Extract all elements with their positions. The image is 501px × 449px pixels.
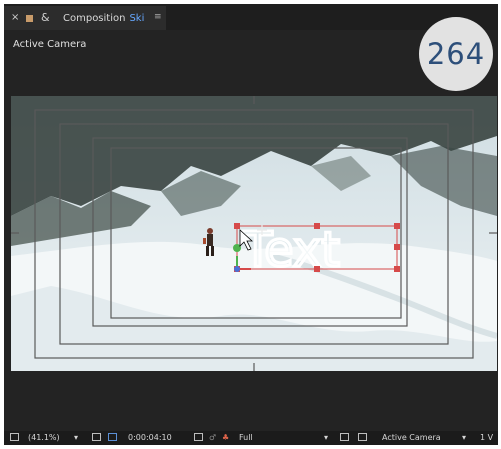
channel-icon[interactable]: ♣	[222, 433, 229, 442]
z-axis-handle[interactable]	[234, 266, 240, 272]
current-time-display[interactable]: 0:00:04:10	[128, 433, 172, 442]
camera-view-dropdown[interactable]: Active Camera	[382, 433, 441, 442]
step-number-badge: 264	[419, 17, 493, 91]
text-layer-content: Text	[242, 222, 340, 278]
region-of-interest-icon[interactable]	[340, 433, 349, 441]
composition-viewport[interactable]: Text	[11, 96, 497, 371]
snapshot-icon[interactable]	[194, 433, 203, 441]
resolution-arrow-icon[interactable]: ▾	[324, 433, 328, 442]
magnification-dropdown[interactable]: (41.1%)	[28, 433, 60, 442]
tab-title: Composition Ski	[63, 13, 144, 24]
close-tab-icon[interactable]: ×	[11, 12, 19, 23]
transparency-grid-icon[interactable]	[358, 433, 367, 441]
camera-view-arrow-icon[interactable]: ▾	[462, 433, 466, 442]
resolution-dropdown[interactable]: Full	[239, 433, 253, 442]
view-layout-dropdown[interactable]: 1 V	[480, 433, 493, 442]
composition-panel: × & Composition Ski ≡ Active Camera Text…	[4, 4, 498, 445]
mask-visibility-icon[interactable]	[108, 433, 117, 441]
dropdown-arrow-icon[interactable]: ▾	[74, 433, 78, 442]
tab-comp-name: Ski	[129, 13, 145, 24]
grid-icon[interactable]	[92, 433, 101, 441]
active-camera-label: Active Camera	[13, 39, 87, 50]
composition-color-icon	[26, 15, 33, 22]
lock-icon[interactable]: &	[41, 11, 50, 24]
viewer-bottom-toolbar: (41.1%) ▾ 0:00:04:10 ♂ ♣ Full ▾ Active C…	[4, 431, 498, 445]
show-snapshot-icon[interactable]: ♂	[209, 433, 216, 442]
scene-image: Text	[11, 96, 497, 371]
panel-menu-icon[interactable]: ≡	[154, 12, 162, 22]
always-preview-icon[interactable]	[10, 433, 19, 441]
tab-title-label: Composition	[63, 13, 126, 24]
panel-tab-bar: × & Composition Ski ≡	[4, 4, 498, 30]
tab-composition[interactable]: × & Composition Ski ≡	[4, 6, 166, 30]
